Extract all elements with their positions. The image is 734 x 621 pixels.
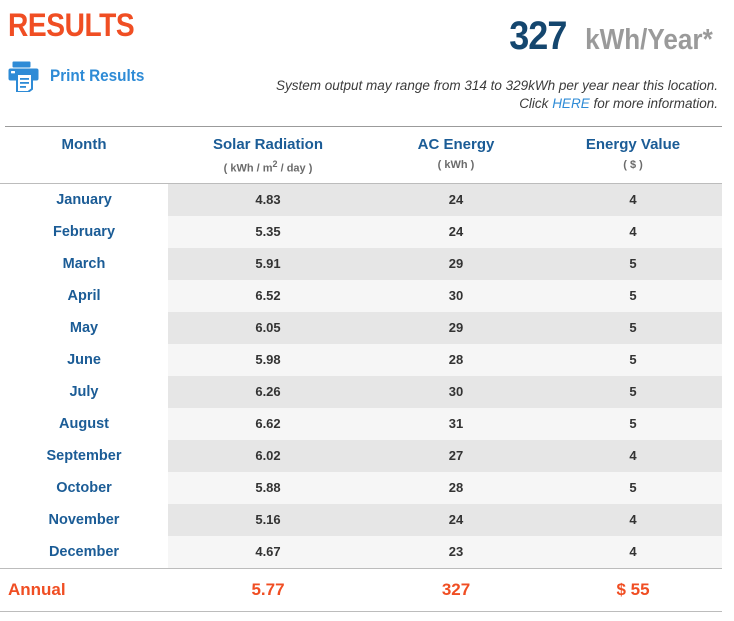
cell-ac-energy: 23	[368, 535, 544, 569]
cell-energy-value: 5	[544, 471, 722, 504]
column-units-month	[0, 159, 168, 171]
cell-energy-value: 4	[544, 439, 722, 472]
annual-summary-row: Annual 5.77 327 $ 55	[0, 567, 722, 612]
page-title: RESULTS	[8, 7, 135, 43]
cell-ac-energy: 30	[368, 375, 544, 408]
cell-month: October	[0, 471, 168, 504]
cell-month: November	[0, 503, 168, 536]
cell-ac-energy: 24	[368, 215, 544, 248]
cell-energy-value: 5	[544, 343, 722, 376]
cell-solar-radiation: 6.05	[168, 311, 368, 344]
units-solar-suffix: / day )	[277, 162, 313, 175]
table-header: Month Solar Radiation ( kWh / m2 / day )…	[0, 126, 722, 184]
cell-solar-radiation: 5.35	[168, 215, 368, 248]
table-row: April 6.52 30 5	[0, 279, 722, 312]
table-header-row: Month Solar Radiation ( kWh / m2 / day )…	[0, 126, 722, 184]
cell-energy-value: 5	[544, 375, 722, 408]
header-divider	[5, 126, 722, 127]
cell-solar-radiation: 5.88	[168, 471, 368, 504]
table-row: November 5.16 24 4	[0, 503, 722, 536]
cell-month: April	[0, 279, 168, 312]
column-units-solar-radiation: ( kWh / m2 / day )	[168, 159, 368, 175]
cell-energy-value: 5	[544, 311, 722, 344]
cell-ac-energy: 31	[368, 407, 544, 440]
print-results-button[interactable]: Print Results	[8, 60, 155, 92]
cell-month: June	[0, 343, 168, 376]
cell-ac-energy: 27	[368, 439, 544, 472]
column-title-ac-energy: AC Energy	[417, 136, 495, 153]
cell-month: January	[0, 183, 168, 216]
column-header-energy-value: Energy Value ( $ )	[544, 126, 722, 184]
cell-ac-energy: 29	[368, 247, 544, 280]
column-units-energy-value: ( $ )	[623, 159, 643, 171]
cell-energy-value: 4	[544, 215, 722, 248]
annual-output-summary: 327 kWh/Year*	[506, 14, 720, 59]
table-footer: Annual 5.77 327 $ 55	[0, 567, 722, 612]
cell-ac-energy: 29	[368, 311, 544, 344]
cell-month: September	[0, 439, 168, 472]
column-header-ac-energy: AC Energy ( kWh )	[368, 126, 544, 184]
table-row: December 4.67 23 4	[0, 535, 722, 569]
print-results-label: Print Results	[50, 66, 145, 85]
column-title-energy-value: Energy Value	[585, 136, 681, 153]
table-row: January 4.83 24 4	[0, 183, 722, 216]
column-header-solar-radiation: Solar Radiation ( kWh / m2 / day )	[168, 126, 368, 184]
cell-energy-value: 4	[544, 183, 722, 216]
column-title-solar-radiation: Solar Radiation	[212, 136, 324, 153]
cell-solar-radiation: 6.52	[168, 279, 368, 312]
table-row: July 6.26 30 5	[0, 375, 722, 408]
cell-month: March	[0, 247, 168, 280]
cell-month: February	[0, 215, 168, 248]
table-row: June 5.98 28 5	[0, 343, 722, 376]
more-info-suffix: for more information.	[589, 96, 718, 111]
cell-month: December	[0, 535, 168, 569]
cell-ac-energy: 28	[368, 471, 544, 504]
cell-solar-radiation: 6.02	[168, 439, 368, 472]
results-header: RESULTS Print Results 327 kWh/Year* Syst…	[0, 0, 734, 126]
cell-month: May	[0, 311, 168, 344]
table-row: March 5.91 29 5	[0, 247, 722, 280]
here-link[interactable]: HERE	[552, 96, 590, 111]
table-body: January 4.83 24 4 February 5.35 24 4 March 5.91 29…	[0, 183, 722, 569]
column-title-month: Month	[61, 136, 107, 153]
cell-solar-radiation: 4.83	[168, 183, 368, 216]
column-header-month: Month	[0, 126, 168, 184]
cell-solar-radiation: 5.98	[168, 343, 368, 376]
annual-output-value: 327	[509, 14, 568, 58]
cell-solar-radiation: 5.16	[168, 503, 368, 536]
cell-solar-radiation: 6.62	[168, 407, 368, 440]
cell-ac-energy: 24	[368, 503, 544, 536]
table-row: August 6.62 31 5	[0, 407, 722, 440]
more-info-note: Click HERE for more information.	[519, 96, 718, 111]
cell-month: July	[0, 375, 168, 408]
annual-solar-radiation: 5.77	[168, 567, 368, 612]
column-units-ac-energy: ( kWh )	[437, 159, 475, 171]
output-range-note: System output may range from 314 to 329k…	[276, 78, 718, 93]
annual-energy-value: $ 55	[544, 567, 722, 612]
annual-label: Annual	[0, 567, 168, 612]
annual-output-unit: kWh/Year*	[585, 24, 713, 56]
cell-energy-value: 5	[544, 279, 722, 312]
table-row: February 5.35 24 4	[0, 215, 722, 248]
table-row: September 6.02 27 4	[0, 439, 722, 472]
cell-ac-energy: 24	[368, 183, 544, 216]
units-solar-prefix: ( kWh / m	[223, 162, 273, 175]
table-row: October 5.88 28 5	[0, 471, 722, 504]
cell-solar-radiation: 5.91	[168, 247, 368, 280]
more-info-prefix: Click	[519, 96, 553, 111]
monthly-results-table: Month Solar Radiation ( kWh / m2 / day )…	[0, 126, 722, 612]
cell-energy-value: 4	[544, 503, 722, 536]
cell-solar-radiation: 4.67	[168, 535, 368, 569]
cell-month: August	[0, 407, 168, 440]
table-row: May 6.05 29 5	[0, 311, 722, 344]
printer-icon	[8, 60, 42, 92]
cell-solar-radiation: 6.26	[168, 375, 368, 408]
cell-energy-value: 4	[544, 535, 722, 569]
annual-ac-energy: 327	[368, 567, 544, 612]
cell-ac-energy: 28	[368, 343, 544, 376]
cell-ac-energy: 30	[368, 279, 544, 312]
cell-energy-value: 5	[544, 407, 722, 440]
cell-energy-value: 5	[544, 247, 722, 280]
